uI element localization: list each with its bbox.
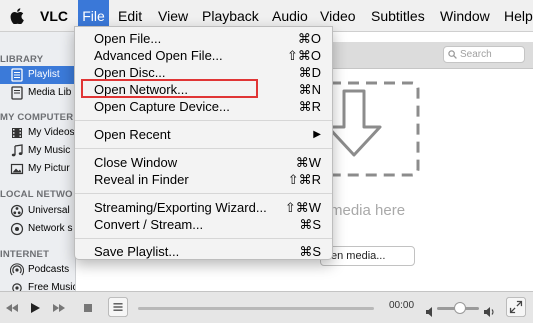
menu-separator — [75, 120, 332, 121]
sidebar-item-free-music-charts[interactable]: Free Music Charts — [0, 279, 76, 291]
sidebar-item-my-videos[interactable]: My Videos — [0, 124, 75, 142]
menu-item-open-file[interactable]: Open File... ⌘O — [75, 30, 332, 47]
menu-help[interactable]: Help — [504, 0, 533, 32]
menu-item-shortcut: ⇧⌘W — [284, 200, 321, 215]
search-icon — [448, 50, 457, 59]
menu-window[interactable]: Window — [440, 0, 490, 32]
menu-item-label: Open Recent — [94, 127, 171, 142]
menu-item-shortcut: ⌘S — [299, 244, 321, 259]
sidebar-item-label: Podcasts — [28, 264, 70, 275]
menu-item-shortcut: ⌘D — [298, 65, 321, 80]
menu-item-shortcut: ⌘S — [299, 217, 321, 232]
search-placeholder: Search — [460, 49, 492, 60]
menu-separator — [75, 148, 332, 149]
drop-media-text: media here — [330, 202, 406, 219]
menu-item-label: Convert / Stream... — [94, 217, 204, 232]
fast-forward-icon[interactable] — [51, 298, 67, 318]
sidebar: LIBRARY Playlist Media Lib MY COMPUTER M… — [0, 32, 76, 291]
picture-icon — [10, 163, 24, 175]
sidebar-item-my-music[interactable]: My Music — [0, 142, 75, 160]
menu-separator — [75, 238, 332, 239]
upnp-icon — [10, 204, 24, 218]
sidebar-item-label: Playlist — [28, 69, 60, 80]
sidebar-item-podcasts[interactable]: Podcasts — [0, 261, 75, 279]
sidebar-item-label: My Music — [28, 145, 71, 156]
menu-item-shortcut: ⌘N — [298, 82, 321, 97]
menu-item-shortcut: ⌘W — [295, 155, 321, 170]
menu-item-label: Reveal in Finder — [94, 172, 189, 187]
volume-low-icon[interactable] — [425, 302, 435, 322]
menu-item-reveal-in-finder[interactable]: Reveal in Finder ⇧⌘R — [75, 171, 332, 188]
time-display: 00:00 — [389, 300, 415, 311]
sidebar-item-label: Media Lib — [28, 87, 72, 98]
playlist-icon — [11, 68, 23, 82]
sidebar-section-library: LIBRARY — [0, 54, 44, 65]
menu-separator — [75, 193, 332, 194]
menu-item-convert-stream[interactable]: Convert / Stream... ⌘S — [75, 216, 332, 233]
podcast-icon — [10, 263, 24, 276]
search-input[interactable]: Search — [443, 46, 525, 63]
menu-item-advanced-open-file[interactable]: Advanced Open File... ⇧⌘O — [75, 47, 332, 64]
menu-item-label: Streaming/Exporting Wizard... — [94, 200, 267, 215]
menu-vlc[interactable]: VLC — [40, 0, 68, 32]
sidebar-section-local-network: LOCAL NETWO — [0, 189, 73, 200]
sidebar-item-universal[interactable]: Universal — [0, 202, 75, 220]
sidebar-item-playlist[interactable]: Playlist — [0, 66, 75, 84]
sidebar-item-label: Universal — [28, 205, 70, 216]
menu-item-streaming-wizard[interactable]: Streaming/Exporting Wizard... ⇧⌘W — [75, 199, 332, 216]
volume-slider-knob[interactable] — [454, 302, 467, 314]
sidebar-item-my-pictures[interactable]: My Pictur — [0, 160, 75, 178]
menu-item-shortcut: ⇧⌘O — [286, 48, 321, 63]
sidebar-item-label: Network s — [28, 223, 73, 234]
menu-item-close-window[interactable]: Close Window ⌘W — [75, 154, 332, 171]
menu-item-label: Save Playlist... — [94, 244, 180, 259]
sidebar-section-my-computer: MY COMPUTER — [0, 112, 74, 123]
menu-item-label: Open Capture Device... — [94, 99, 230, 114]
menu-item-shortcut: ⇧⌘R — [287, 172, 321, 187]
playlist-toggle-icon[interactable] — [107, 297, 129, 317]
file-menu-dropdown: Open File... ⌘O Advanced Open File... ⇧⌘… — [74, 26, 333, 260]
menu-item-shortcut: ⌘R — [298, 99, 321, 114]
menu-item-label: Advanced Open File... — [94, 48, 223, 63]
film-icon — [12, 128, 22, 138]
sidebar-item-label: My Pictur — [28, 163, 70, 174]
sidebar-section-internet: INTERNET — [0, 249, 50, 260]
open-network-highlight-box — [81, 79, 258, 98]
submenu-arrow-icon: ▶ — [313, 129, 321, 140]
music-note-icon — [11, 144, 23, 157]
menu-item-label: Close Window — [94, 155, 178, 170]
sidebar-item-network-streams[interactable]: Network s — [0, 220, 75, 238]
menu-item-shortcut: ⌘O — [297, 31, 321, 46]
timeline-slider[interactable] — [138, 307, 374, 310]
menu-item-open-capture-device[interactable]: Open Capture Device... ⌘R — [75, 98, 332, 115]
apple-icon[interactable] — [10, 0, 24, 32]
media-library-icon — [11, 86, 23, 100]
sidebar-item-media-library[interactable]: Media Lib — [0, 84, 75, 102]
menu-item-open-recent[interactable]: Open Recent ▶ — [75, 126, 332, 143]
sidebar-item-label: Free Music Charts — [28, 282, 76, 291]
volume-high-icon[interactable] — [483, 302, 496, 322]
menu-subtitles[interactable]: Subtitles — [371, 0, 425, 32]
podcast-icon — [12, 283, 22, 291]
sidebar-item-label: My Videos — [28, 127, 75, 138]
network-icon — [10, 222, 24, 236]
fullscreen-icon[interactable] — [505, 297, 527, 317]
open-media-button[interactable]: en media... — [320, 246, 415, 266]
stop-icon[interactable] — [82, 298, 94, 318]
menu-item-save-playlist[interactable]: Save Playlist... ⌘S — [75, 243, 332, 260]
rewind-icon[interactable] — [4, 298, 20, 318]
menu-item-label: Open File... — [94, 31, 162, 46]
play-icon[interactable] — [28, 298, 42, 318]
playback-controls: 00:00 — [0, 291, 533, 323]
